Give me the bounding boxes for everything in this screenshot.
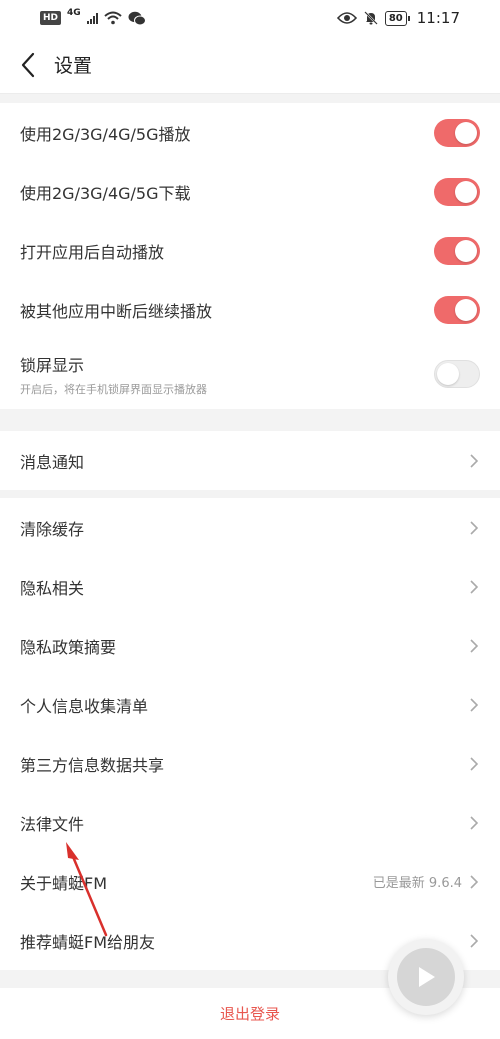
chevron-right-icon — [468, 697, 480, 713]
setting-label: 推荐蜻蜓FM给朋友 — [20, 932, 156, 952]
mobile-download-toggle[interactable] — [434, 177, 480, 206]
setting-row-about[interactable]: 关于蜻蜓FM 已是最新 9.6.4 — [0, 852, 500, 911]
settings-screen: HD 4G 80 11:17 设置 使用2G/3G/4G/5G播放 使用2G/3… — [0, 0, 500, 1039]
setting-row-lockscreen: 锁屏显示 开启后，将在手机锁屏界面显示播放器 — [0, 339, 500, 409]
battery-level: 80 — [388, 12, 403, 24]
chevron-right-icon — [468, 874, 480, 890]
setting-label: 法律文件 — [20, 814, 85, 834]
chevron-right-icon — [468, 453, 480, 469]
autoplay-toggle[interactable] — [434, 236, 480, 265]
chevron-right-icon — [468, 815, 480, 831]
setting-row-mobile-play: 使用2G/3G/4G/5G播放 — [0, 103, 500, 162]
back-arrow-icon[interactable] — [20, 50, 42, 80]
toggle-knob — [455, 239, 477, 262]
setting-label: 第三方信息数据共享 — [20, 755, 165, 775]
setting-label: 使用2G/3G/4G/5G播放 — [20, 124, 191, 144]
setting-row-legal-documents[interactable]: 法律文件 — [0, 793, 500, 852]
toggle-knob — [455, 180, 477, 203]
setting-label: 使用2G/3G/4G/5G下载 — [20, 183, 191, 203]
chevron-right-icon — [468, 520, 480, 536]
setting-row-autoplay: 打开应用后自动播放 — [0, 221, 500, 280]
setting-row-mobile-download: 使用2G/3G/4G/5G下载 — [0, 162, 500, 221]
setting-row-personal-info-list[interactable]: 个人信息收集清单 — [0, 675, 500, 734]
page-header: 设置 — [0, 36, 500, 94]
notification-group: 消息通知 — [0, 431, 500, 490]
eye-icon — [336, 12, 357, 24]
setting-label: 消息通知 — [20, 452, 85, 472]
battery-icon: 80 — [384, 10, 410, 26]
resume-toggle[interactable] — [434, 295, 480, 324]
setting-row-resume-after-interrupt: 被其他应用中断后继续播放 — [0, 280, 500, 339]
play-icon — [419, 967, 435, 987]
status-left: HD 4G — [40, 8, 146, 26]
setting-label: 关于蜻蜓FM — [20, 873, 108, 893]
wechat-icon — [128, 11, 146, 25]
toggle-knob — [455, 298, 477, 321]
chevron-right-icon — [468, 638, 480, 654]
floating-player-button[interactable] — [388, 939, 464, 1015]
toggle-knob — [455, 121, 477, 144]
setting-label: 被其他应用中断后继续播放 — [20, 301, 213, 321]
status-bar: HD 4G 80 11:17 — [0, 0, 500, 36]
setting-text: 锁屏显示 开启后，将在手机锁屏界面显示播放器 — [20, 352, 207, 397]
setting-row-third-party-sharing[interactable]: 第三方信息数据共享 — [0, 734, 500, 793]
chevron-right-icon — [468, 756, 480, 772]
status-right: 80 11:17 — [336, 9, 460, 27]
setting-sublabel: 开启后，将在手机锁屏界面显示播放器 — [20, 382, 207, 396]
network-type: 4G — [67, 8, 81, 18]
misc-settings-group: 清除缓存 隐私相关 隐私政策摘要 个人信息收集清单 第三方信息数据共享 法律文件… — [0, 498, 500, 970]
setting-label: 锁屏显示 — [20, 355, 85, 375]
setting-row-privacy-summary[interactable]: 隐私政策摘要 — [0, 616, 500, 675]
setting-label: 个人信息收集清单 — [20, 696, 149, 716]
setting-label: 打开应用后自动播放 — [20, 242, 165, 262]
setting-label: 隐私政策摘要 — [20, 637, 117, 657]
playback-settings-group: 使用2G/3G/4G/5G播放 使用2G/3G/4G/5G下载 打开应用后自动播… — [0, 103, 500, 409]
hd-icon: HD — [40, 11, 62, 25]
toggle-knob — [437, 363, 459, 385]
row-right: 已是最新 9.6.4 — [373, 872, 480, 891]
signal-icon — [86, 12, 98, 24]
lockscreen-toggle[interactable] — [434, 360, 480, 388]
setting-row-notifications[interactable]: 消息通知 — [0, 431, 500, 490]
wifi-icon — [104, 11, 122, 25]
setting-label: 隐私相关 — [20, 578, 85, 598]
chevron-right-icon — [468, 933, 480, 949]
setting-label: 清除缓存 — [20, 519, 85, 539]
status-time: 11:17 — [416, 9, 460, 27]
mobile-play-toggle[interactable] — [434, 118, 480, 147]
version-status: 已是最新 9.6.4 — [372, 876, 462, 891]
play-icon-circle — [397, 948, 455, 1006]
page-title: 设置 — [54, 55, 93, 77]
mute-bell-icon — [364, 11, 378, 25]
chevron-right-icon — [468, 579, 480, 595]
setting-row-privacy[interactable]: 隐私相关 — [0, 557, 500, 616]
setting-row-clear-cache[interactable]: 清除缓存 — [0, 498, 500, 557]
